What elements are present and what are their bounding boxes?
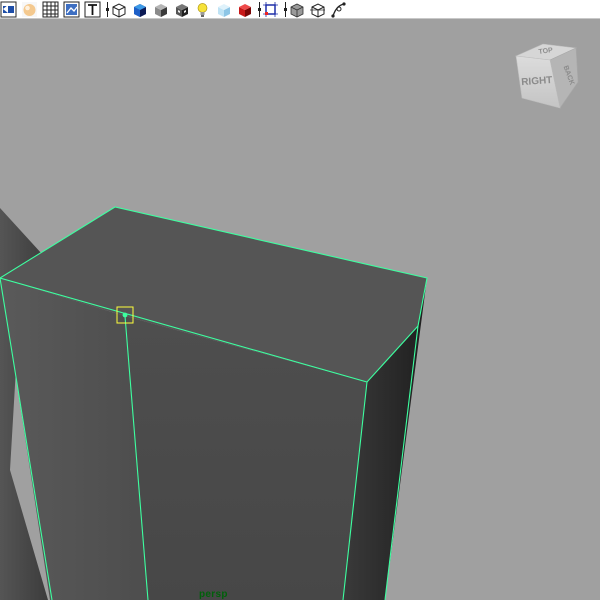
smooth-shade-icon bbox=[134, 4, 146, 17]
view-cube[interactable]: TOP RIGHT BACK bbox=[508, 34, 588, 114]
text-icon bbox=[84, 1, 101, 18]
light-bulb-button[interactable] bbox=[194, 1, 211, 18]
shaded-cube-button[interactable] bbox=[152, 1, 169, 18]
grid-button[interactable] bbox=[42, 1, 59, 18]
motion-trail-icon bbox=[331, 2, 346, 18]
toolbar-separator bbox=[258, 2, 261, 17]
smooth-shade-button[interactable] bbox=[131, 1, 148, 18]
panel-toolbar bbox=[0, 0, 600, 19]
image-plane-icon bbox=[63, 1, 80, 18]
wireframe-cube-icon bbox=[112, 3, 126, 18]
motion-trail-button[interactable] bbox=[330, 1, 347, 18]
shaded-sphere-icon bbox=[22, 2, 37, 17]
default-material-icon bbox=[239, 4, 251, 17]
default-material-button[interactable] bbox=[236, 1, 253, 18]
camera-select-icon bbox=[0, 1, 17, 18]
textured-cube-icon bbox=[176, 4, 188, 17]
camera-select-button[interactable] bbox=[0, 1, 17, 18]
selected-vertex[interactable] bbox=[122, 312, 128, 318]
image-plane-button[interactable] bbox=[63, 1, 80, 18]
film-gate-icon bbox=[310, 3, 325, 18]
xray-button[interactable] bbox=[215, 1, 232, 18]
backface-cube-button[interactable] bbox=[288, 1, 305, 18]
shaded-sphere-button[interactable] bbox=[21, 1, 38, 18]
camera-name-label: persp bbox=[199, 589, 228, 600]
light-bulb-icon bbox=[197, 3, 208, 17]
isolate-select-button[interactable] bbox=[262, 1, 279, 18]
xray-icon bbox=[218, 4, 230, 17]
text-button[interactable] bbox=[84, 1, 101, 18]
toolbar-separator bbox=[106, 2, 109, 17]
backface-cube-icon bbox=[290, 3, 304, 18]
textured-cube-button[interactable] bbox=[173, 1, 190, 18]
isolate-select-icon bbox=[263, 2, 278, 17]
grid-icon bbox=[42, 1, 59, 18]
toolbar-separator bbox=[284, 2, 287, 17]
view-cube-label-right: RIGHT bbox=[521, 75, 553, 88]
shaded-cube-icon bbox=[155, 4, 167, 17]
film-gate-button[interactable] bbox=[309, 1, 326, 18]
wireframe-cube-button[interactable] bbox=[110, 1, 127, 18]
